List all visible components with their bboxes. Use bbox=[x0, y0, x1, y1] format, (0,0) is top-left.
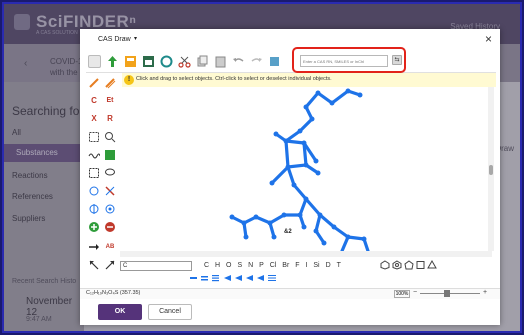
ok-button[interactable]: OK bbox=[98, 304, 142, 320]
copy-icon[interactable] bbox=[196, 55, 209, 68]
hint-text: Click and drag to select objects. Ctrl-c… bbox=[136, 76, 332, 82]
dialog-title-bar: CAS Draw ▾ × bbox=[80, 29, 500, 51]
minus-charge-icon[interactable] bbox=[104, 221, 116, 233]
clear-icon[interactable] bbox=[268, 55, 281, 68]
screenshot-frame: SciFINDERⁿ A CAS SOLUTION Saved History … bbox=[2, 2, 522, 333]
template-icon[interactable] bbox=[124, 55, 137, 68]
rotate-icon[interactable] bbox=[88, 185, 100, 197]
zoom-icon[interactable] bbox=[104, 131, 116, 143]
arrow-right-icon[interactable] bbox=[88, 241, 100, 253]
bond-types[interactable] bbox=[188, 273, 288, 283]
carbon-tool[interactable]: C bbox=[88, 95, 100, 107]
template-green-icon[interactable] bbox=[104, 149, 116, 161]
r-group-tool[interactable]: R bbox=[104, 113, 116, 125]
zoom-level[interactable]: 100% bbox=[394, 290, 410, 298]
paste-icon[interactable] bbox=[214, 55, 227, 68]
new-document-icon[interactable] bbox=[88, 55, 101, 68]
upload-icon[interactable] bbox=[106, 55, 119, 68]
ring-icon[interactable] bbox=[160, 55, 173, 68]
cas-draw-dialog: CAS Draw ▾ × Enter a CAS RN, SMILES or I… bbox=[80, 29, 500, 325]
zoom-slider[interactable] bbox=[420, 293, 480, 294]
bracket-icon[interactable] bbox=[88, 131, 100, 143]
dialog-footer: OK Cancel bbox=[80, 299, 500, 325]
info-icon: ! bbox=[124, 75, 134, 85]
halogen-tool[interactable]: X bbox=[88, 113, 100, 125]
element-p[interactable]: P bbox=[259, 262, 264, 269]
element-f[interactable]: F bbox=[295, 262, 299, 269]
molecule-structure[interactable]: &2 bbox=[120, 87, 492, 251]
element-d[interactable]: D bbox=[326, 262, 331, 269]
ring-templates[interactable] bbox=[380, 260, 440, 270]
dialog-title[interactable]: CAS Draw bbox=[98, 36, 131, 43]
cleanup-icon[interactable] bbox=[104, 203, 116, 215]
element-buttons: C H O S N P Cl Br F I Si D T bbox=[204, 262, 345, 269]
element-cl[interactable]: Cl bbox=[270, 262, 277, 269]
svg-text:&2: &2 bbox=[284, 229, 292, 235]
drawing-canvas[interactable]: &2 bbox=[120, 87, 492, 251]
element-o[interactable]: O bbox=[226, 262, 231, 269]
element-palette: C C H O S N P Cl Br F I Si D T bbox=[86, 257, 496, 287]
hint-bar: ! Click and drag to select objects. Ctrl… bbox=[122, 73, 496, 87]
element-n[interactable]: N bbox=[248, 262, 253, 269]
chevron-down-icon[interactable]: ▾ bbox=[134, 35, 137, 42]
erase-bond-icon[interactable] bbox=[104, 185, 116, 197]
canvas-vertical-scrollbar[interactable] bbox=[488, 87, 494, 251]
atom-map-tool[interactable]: AB bbox=[104, 241, 116, 253]
pencil-icon[interactable] bbox=[88, 77, 100, 89]
wave-bond-icon[interactable] bbox=[88, 149, 101, 161]
chain-icon[interactable] bbox=[104, 77, 116, 89]
lasso-select-icon[interactable] bbox=[88, 167, 100, 179]
zoom-in-icon[interactable]: + bbox=[483, 289, 487, 296]
undo-icon[interactable] bbox=[232, 55, 245, 68]
flip-icon[interactable] bbox=[88, 203, 100, 215]
close-icon[interactable]: × bbox=[485, 32, 492, 46]
structure-icon[interactable] bbox=[142, 55, 155, 68]
zoom-slider-handle[interactable] bbox=[444, 290, 450, 297]
ethyl-tool[interactable]: Et bbox=[104, 95, 116, 107]
lasso-icon[interactable] bbox=[104, 167, 116, 179]
element-s[interactable]: S bbox=[237, 262, 242, 269]
element-t[interactable]: T bbox=[337, 262, 341, 269]
left-tool-palette: C Et X R AB bbox=[86, 73, 120, 287]
scroll-thumb[interactable] bbox=[489, 165, 493, 175]
element-h[interactable]: H bbox=[215, 262, 220, 269]
structure-search-highlight: ⇆ bbox=[292, 47, 406, 73]
molecular-formula: C₁₂H₁₉N₃O₄S (357.35) bbox=[86, 290, 141, 296]
plus-charge-icon[interactable] bbox=[88, 221, 100, 233]
cas-rn-smiles-input[interactable] bbox=[300, 55, 388, 67]
element-c[interactable]: C bbox=[204, 262, 209, 269]
top-toolbar bbox=[86, 51, 496, 73]
element-i[interactable]: I bbox=[305, 262, 307, 269]
import-structure-icon[interactable]: ⇆ bbox=[392, 55, 402, 65]
element-br[interactable]: Br bbox=[282, 262, 289, 269]
zoom-out-icon[interactable]: − bbox=[413, 289, 417, 296]
element-input[interactable]: C bbox=[120, 261, 192, 271]
element-si[interactable]: Si bbox=[313, 262, 319, 269]
cut-icon[interactable] bbox=[178, 55, 191, 68]
status-bar: C₁₂H₁₉N₃O₄S (357.35) 100% − + bbox=[80, 288, 500, 299]
cancel-button[interactable]: Cancel bbox=[148, 304, 192, 320]
redo-icon[interactable] bbox=[250, 55, 263, 68]
